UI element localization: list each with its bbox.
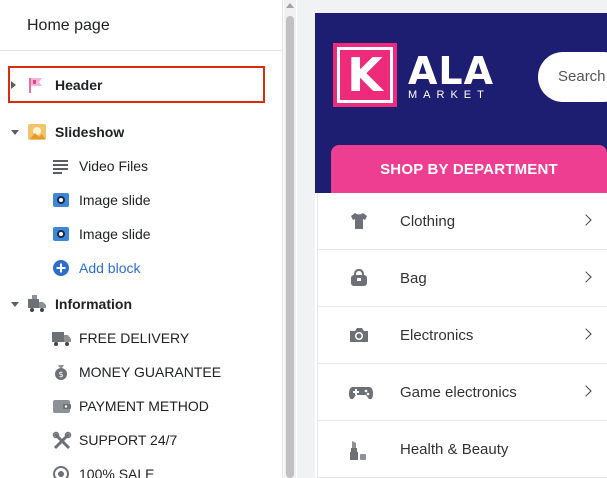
add-block-button[interactable]: Add block [0,251,282,285]
block-money-guarantee[interactable]: $ MONEY GUARANTEE [0,355,282,389]
shirt-icon [348,211,370,231]
menu-item-bag[interactable]: Bag [318,250,607,307]
bag-icon [348,268,370,288]
scroll-thumb[interactable] [286,16,294,478]
camera-icon [348,325,370,345]
menu-item-label: Bag [400,270,427,287]
block-label: SUPPORT 24/7 [79,432,178,448]
section-label: Slideshow [55,124,125,140]
block-label: Video Files [79,158,149,174]
image-slide-icon [52,191,70,209]
block-image-slide[interactable]: Image slide [0,183,282,217]
gamepad-icon [348,382,373,402]
page-title: Home page [27,17,110,34]
chevron-right-icon [580,385,592,397]
svg-text:$: $ [58,370,63,379]
block-label: MONEY GUARANTEE [79,364,222,380]
block-free-delivery[interactable]: FREE DELIVERY [0,321,282,355]
divider [0,50,282,51]
image-slide-icon [52,225,70,243]
shop-by-department-title[interactable]: SHOP BY DEPARTMENT [331,145,607,193]
block-label: Image slide [79,226,151,242]
add-block-label: Add block [79,260,141,276]
section-label: Information [55,296,132,312]
menu-item-label: Clothing [400,213,456,230]
tools-icon [52,431,72,450]
menu-item-clothing[interactable]: Clothing [318,193,607,250]
block-label: PAYMENT METHOD [79,398,209,414]
menu-item-health-beauty[interactable]: Health & Beauty [318,421,607,478]
department-menu: Clothing Bag Electronics Game electronic… [317,193,607,478]
section-slideshow[interactable]: Slideshow [0,115,282,149]
block-label: Image slide [79,192,151,208]
store-preview: K ALA MARKET Search SHOP BY DEPARTMENT C… [315,13,607,478]
logo-letter: K [337,47,393,103]
menu-item-label: Electronics [400,327,474,344]
menu-item-game-electronics[interactable]: Game electronics [318,364,607,421]
block-label: FREE DELIVERY [79,330,190,346]
truck-icon [52,329,71,347]
collapse-caret-icon[interactable] [11,129,19,135]
slideshow-section-icon [27,122,47,142]
text-lines-icon [52,157,70,175]
chevron-right-icon [580,214,592,226]
scrollbar[interactable] [284,0,296,478]
logo-subtext: MARKET [408,89,490,101]
menu-item-label: Health & Beauty [400,441,509,458]
chevron-right-icon [580,271,592,283]
section-information[interactable]: Information [0,287,282,321]
block-support[interactable]: SUPPORT 24/7 [0,423,282,457]
search-input[interactable]: Search [538,52,607,102]
information-section-icon [27,294,47,314]
block-100-sale[interactable]: 100% SALE [0,457,282,478]
selected-section-outline [8,66,265,103]
block-label: 100% SALE [79,466,155,478]
lipstick-icon [348,439,370,460]
money-bag-icon: $ [52,363,70,381]
menu-item-electronics[interactable]: Electronics [318,307,607,364]
wallet-icon [52,397,71,415]
logo-text: ALA [408,49,495,93]
block-payment-method[interactable]: PAYMENT METHOD [0,389,282,423]
plus-circle-icon [52,259,70,277]
block-video-files[interactable]: Video Files [0,149,282,183]
sections-panel: Home page Header Slideshow Video Files I… [0,0,283,478]
badge-icon [52,465,70,478]
collapse-caret-icon[interactable] [11,301,19,307]
menu-item-label: Game electronics [400,384,517,401]
scroll-up-arrow-icon[interactable] [286,3,294,8]
block-image-slide[interactable]: Image slide [0,217,282,251]
logo-mark[interactable]: K [333,43,397,107]
search-placeholder: Search [558,68,606,85]
chevron-right-icon [580,328,592,340]
